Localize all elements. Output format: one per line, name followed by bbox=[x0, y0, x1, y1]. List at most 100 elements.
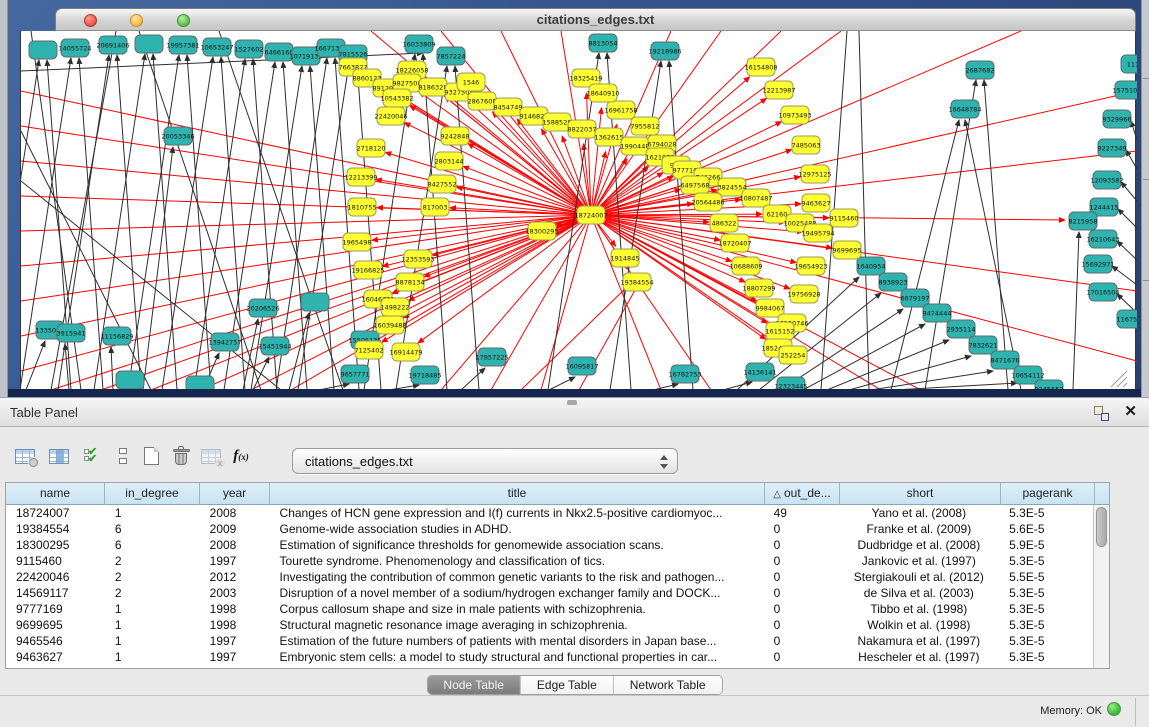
node[interactable]: 14055724 bbox=[58, 39, 91, 57]
cell-year[interactable]: 1997 bbox=[200, 633, 270, 649]
black-edge[interactable] bbox=[461, 368, 485, 390]
cell-year[interactable]: 2012 bbox=[200, 569, 270, 585]
table-vertical-scrollbar[interactable] bbox=[1093, 505, 1109, 668]
column-header-year[interactable]: year bbox=[200, 483, 270, 505]
cell-year[interactable]: 1997 bbox=[200, 553, 270, 569]
node[interactable]: 9657771 bbox=[341, 365, 370, 383]
cell-year[interactable]: 1997 bbox=[200, 649, 270, 665]
node[interactable]: 17016504 bbox=[1086, 283, 1119, 301]
table-row[interactable]: 977716911998Corpus callosum shape and si… bbox=[6, 601, 1093, 617]
cell-out_de[interactable]: 0 bbox=[764, 601, 839, 617]
selected-node[interactable]: 16039488 bbox=[373, 316, 406, 334]
table-row[interactable]: 1830029562008Estimation of significance … bbox=[6, 537, 1093, 553]
selected-node[interactable]: 18720407 bbox=[718, 234, 751, 252]
selected-node[interactable]: 9115460 bbox=[830, 209, 859, 227]
node[interactable] bbox=[186, 376, 214, 390]
selected-node[interactable]: 12353593 bbox=[401, 250, 434, 268]
black-edge[interactable] bbox=[139, 31, 261, 390]
selected-node[interactable]: 20564486 bbox=[691, 193, 724, 211]
select-columns-button[interactable]: ✔ ✔ bbox=[80, 443, 106, 469]
split-divider-handle[interactable] bbox=[567, 400, 577, 405]
cell-out_de[interactable]: 0 bbox=[764, 521, 839, 537]
function-builder-button[interactable]: f(x) bbox=[228, 443, 254, 469]
selected-node[interactable]: 16961758 bbox=[604, 101, 637, 119]
node[interactable]: 16782753 bbox=[668, 365, 701, 383]
show-columns-button[interactable] bbox=[46, 443, 72, 469]
red-edge[interactable] bbox=[591, 215, 1137, 361]
table-row[interactable]: 1456911722003Disruption of a novel membe… bbox=[6, 585, 1093, 601]
node[interactable]: 16210643 bbox=[1086, 230, 1119, 248]
selected-node[interactable]: 817003 bbox=[421, 198, 449, 216]
black-edge[interactable] bbox=[153, 54, 177, 390]
black-edge[interactable] bbox=[187, 55, 211, 390]
node[interactable]: 20053346 bbox=[161, 127, 194, 145]
selected-node[interactable]: 486322 bbox=[710, 214, 738, 232]
node[interactable]: 16648784 bbox=[948, 100, 981, 118]
node[interactable]: 9474444 bbox=[923, 304, 952, 322]
selected-node[interactable]: 18724007 bbox=[574, 206, 607, 224]
selected-node[interactable]: 1498222 bbox=[381, 298, 410, 316]
node[interactable]: 10653247 bbox=[200, 38, 233, 56]
cell-pagerank[interactable]: 5.3E-5 bbox=[999, 601, 1093, 617]
desktop-right-gutter[interactable] bbox=[1141, 0, 1149, 397]
cell-pagerank[interactable]: 5.6E-5 bbox=[999, 521, 1093, 537]
selected-node[interactable]: 2803144 bbox=[435, 152, 464, 170]
node[interactable] bbox=[116, 371, 144, 389]
cell-in_degree[interactable]: 1 bbox=[105, 617, 200, 633]
cell-title[interactable]: Changes of HCN gene expression and I(f) … bbox=[270, 505, 764, 521]
black-edge[interactable] bbox=[1131, 121, 1137, 140]
black-edge[interactable] bbox=[423, 54, 447, 390]
red-edge[interactable] bbox=[21, 196, 591, 215]
node[interactable]: 19957381 bbox=[166, 36, 199, 54]
node[interactable]: 15751074 bbox=[1112, 81, 1137, 99]
node[interactable]: 8813054 bbox=[589, 34, 618, 52]
row-mode-button[interactable] bbox=[110, 443, 136, 469]
column-header-in_degree[interactable]: in_degree bbox=[105, 483, 200, 505]
cell-in_degree[interactable]: 1 bbox=[105, 633, 200, 649]
node[interactable]: 20691406 bbox=[96, 36, 129, 54]
cell-short[interactable]: Yano et al. (2008) bbox=[838, 505, 999, 521]
cell-in_degree[interactable]: 6 bbox=[105, 537, 200, 553]
cell-name[interactable]: 18724007 bbox=[6, 505, 105, 521]
black-edge[interactable] bbox=[21, 181, 281, 390]
cell-in_degree[interactable]: 1 bbox=[105, 505, 200, 521]
tab-edge-table[interactable]: Edge Table bbox=[521, 676, 614, 695]
table-settings-button[interactable] bbox=[12, 443, 38, 469]
selected-node[interactable]: 19384554 bbox=[620, 273, 653, 291]
scrollbar-thumb[interactable] bbox=[1096, 507, 1107, 547]
black-edge[interactable] bbox=[310, 66, 334, 390]
column-header-name[interactable]: name bbox=[6, 483, 105, 505]
node-table[interactable]: namein_degreeyeartitle△out_de...shortpag… bbox=[5, 482, 1110, 669]
selected-node[interactable]: 8878134 bbox=[396, 273, 425, 291]
cell-out_de[interactable]: 0 bbox=[764, 569, 839, 585]
selected-node[interactable]: 19495794 bbox=[801, 224, 834, 242]
selected-node[interactable]: 2718120 bbox=[357, 139, 386, 157]
create-column-button[interactable] bbox=[138, 443, 164, 469]
node[interactable]: 1117 bbox=[1121, 55, 1137, 73]
cell-short[interactable]: Jankovic et al. (1997) bbox=[838, 553, 999, 569]
red-edge[interactable] bbox=[21, 126, 591, 215]
cell-short[interactable]: Nakamura et al. (1997) bbox=[838, 633, 999, 649]
selected-node[interactable]: 1990448 bbox=[621, 137, 650, 155]
selected-node[interactable]: 18640910 bbox=[586, 84, 619, 102]
cell-title[interactable]: Structural magnetic resonance image aver… bbox=[270, 617, 764, 633]
cell-title[interactable]: Estimation of significance thresholds fo… bbox=[270, 537, 764, 553]
black-edge[interactable] bbox=[1126, 150, 1137, 169]
node[interactable]: 20206526 bbox=[246, 299, 279, 317]
node[interactable] bbox=[29, 41, 57, 59]
black-edge[interactable] bbox=[243, 319, 258, 390]
black-edge[interactable] bbox=[669, 61, 693, 390]
delete-column-button[interactable] bbox=[168, 443, 194, 469]
black-edge[interactable] bbox=[21, 60, 39, 390]
node[interactable]: 14136141 bbox=[743, 363, 776, 381]
selected-node[interactable]: 19756928 bbox=[787, 285, 820, 303]
cell-pagerank[interactable]: 5.3E-5 bbox=[999, 585, 1093, 601]
close-panel-icon[interactable]: ✕ bbox=[1124, 403, 1137, 421]
cell-name[interactable]: 9699695 bbox=[6, 617, 105, 633]
resize-grip-icon[interactable] bbox=[1123, 383, 1127, 387]
selected-node[interactable]: 7955812 bbox=[631, 117, 660, 135]
cell-title[interactable]: Embryonic stem cells: a model to study s… bbox=[270, 649, 764, 665]
cell-year[interactable]: 1998 bbox=[200, 601, 270, 617]
network-view-canvas[interactable]: 1405572420691406199573811065324715276026… bbox=[20, 31, 1136, 390]
cell-name[interactable]: 9463627 bbox=[6, 649, 105, 665]
